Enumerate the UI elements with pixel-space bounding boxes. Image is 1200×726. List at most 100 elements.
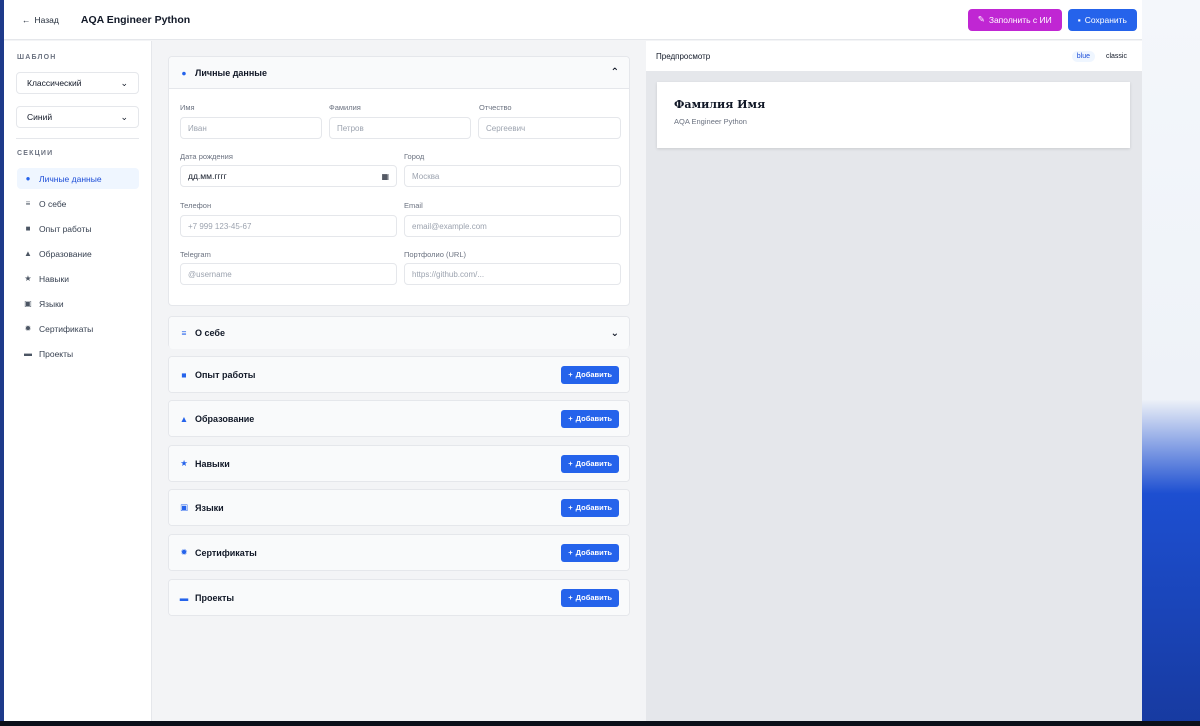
plus-icon: + xyxy=(568,503,573,512)
card-title: Личные данные xyxy=(195,67,267,78)
add-language-button[interactable]: + Добавить xyxy=(561,498,619,517)
plus-icon: + xyxy=(568,414,573,423)
last-name-field[interactable]: Петров xyxy=(329,117,471,139)
sidebar: ШАБЛОН Классический ⌄ Синий ⌄ СЕКЦИИ ● Ли… xyxy=(4,41,152,721)
portfolio-label: Портфолио (URL) xyxy=(404,250,466,259)
card-title: Проекты xyxy=(195,592,235,603)
add-label: Добавить xyxy=(575,548,612,557)
projects-header: ▬ Проекты + Добавить xyxy=(169,580,629,615)
skills-header: ★ Навыки + Добавить xyxy=(169,446,629,481)
resume-name: Фамилия Имя xyxy=(674,98,766,111)
city-label: Город xyxy=(404,152,425,161)
save-button[interactable]: ▪ Сохранить xyxy=(1067,8,1137,31)
personal-data-card: ● Личные данные ⌃ Имя Иван Фамилия Петро… xyxy=(168,56,630,306)
calendar-icon[interactable]: ▦ xyxy=(381,172,389,181)
sidebar-item-languages[interactable]: ▣ Языки xyxy=(17,293,139,314)
add-project-button[interactable]: + Добавить xyxy=(561,588,619,607)
sidebar-item-personal[interactable]: ● Личные данные xyxy=(17,168,139,189)
certificate-icon: ✹ xyxy=(180,547,188,557)
resume-preview-sheet: Фамилия Имя AQA Engineer Python xyxy=(657,82,1130,148)
sections-heading: СЕКЦИИ xyxy=(17,150,54,157)
telegram-field[interactable]: @username xyxy=(180,263,397,285)
sidebar-item-certificates[interactable]: ✹ Сертификаты xyxy=(17,318,139,339)
experience-card: ■ Опыт работы + Добавить xyxy=(168,356,630,393)
languages-header: ▣ Языки + Добавить xyxy=(169,490,629,525)
desktop-background xyxy=(1140,0,1200,726)
sidebar-item-label: Опыт работы xyxy=(39,223,92,234)
top-bar: ← Назад AQA Engineer Python ✎ Заполнить … xyxy=(4,0,1142,40)
briefcase-icon: ■ xyxy=(25,224,31,233)
ai-fill-button[interactable]: ✎ Заполнить с ИИ xyxy=(967,8,1062,31)
add-label: Добавить xyxy=(575,459,612,468)
chevron-down-icon[interactable]: ⌄ xyxy=(611,328,619,339)
text-lines-icon: ≡ xyxy=(25,199,31,208)
add-education-button[interactable]: + Добавить xyxy=(561,409,619,428)
portfolio-field[interactable]: https://github.com/... xyxy=(404,263,621,285)
education-card: ▲ Образование + Добавить xyxy=(168,400,630,437)
phone-label: Телефон xyxy=(180,201,212,210)
phone-field[interactable]: +7 999 123-45-67 xyxy=(180,215,397,237)
magic-wand-icon: ✎ xyxy=(977,14,985,24)
plus-icon: + xyxy=(568,593,573,602)
color-select-value: Синий xyxy=(27,112,53,122)
floppy-disk-icon: ▪ xyxy=(1077,14,1081,25)
card-title: О себе xyxy=(195,328,225,338)
first-name-field[interactable]: Иван xyxy=(180,117,322,139)
sidebar-item-about[interactable]: ≡ О себе xyxy=(17,193,139,214)
email-label: Email xyxy=(404,201,423,210)
editor-panel: ● Личные данные ⌃ Имя Иван Фамилия Петро… xyxy=(152,41,646,721)
briefcase-icon: ■ xyxy=(181,369,187,380)
email-field[interactable]: email@example.com xyxy=(404,215,621,237)
template-select[interactable]: Классический ⌄ xyxy=(16,72,139,94)
education-header: ▲ Образование + Добавить xyxy=(169,401,629,436)
first-name-label: Имя xyxy=(180,103,195,112)
taskbar-edge xyxy=(0,721,1200,726)
add-skill-button[interactable]: + Добавить xyxy=(561,454,619,473)
plus-icon: + xyxy=(568,459,573,468)
skills-card: ★ Навыки + Добавить xyxy=(168,445,630,482)
sidebar-item-skills[interactable]: ★ Навыки xyxy=(17,268,139,289)
add-certificate-button[interactable]: + Добавить xyxy=(561,543,619,562)
sidebar-item-projects[interactable]: ▬ Проекты xyxy=(17,343,139,364)
card-title: Языки xyxy=(195,502,224,513)
template-tag: classic xyxy=(1105,52,1127,60)
graduation-cap-icon: ▲ xyxy=(179,413,189,424)
languages-card: ▣ Языки + Добавить xyxy=(168,489,630,526)
birth-date-value: дд.мм.гггг xyxy=(188,171,227,181)
resume-position: AQA Engineer Python xyxy=(674,117,747,126)
card-title: Навыки xyxy=(195,458,230,469)
color-tag: blue xyxy=(1071,50,1095,62)
personal-data-header[interactable]: ● Личные данные ⌃ xyxy=(169,57,629,89)
birth-date-label: Дата рождения xyxy=(180,152,233,161)
save-label: Сохранить xyxy=(1084,14,1127,25)
plus-icon: + xyxy=(568,370,573,379)
id-card-icon: ▣ xyxy=(179,502,189,512)
about-header[interactable]: ≡ О себе ⌄ xyxy=(169,317,629,349)
id-card-icon: ▣ xyxy=(24,299,32,308)
sidebar-item-label: Языки xyxy=(39,298,64,309)
certificates-header: ✹ Сертификаты + Добавить xyxy=(169,535,629,570)
plus-icon: + xyxy=(568,548,573,557)
middle-name-field[interactable]: Сергеевич xyxy=(478,117,621,139)
back-link[interactable]: ← Назад xyxy=(22,15,59,25)
birth-date-field[interactable]: дд.мм.гггг ▦ xyxy=(180,165,397,187)
folder-icon: ▬ xyxy=(24,349,32,358)
add-experience-button[interactable]: + Добавить xyxy=(561,365,619,384)
sidebar-item-education[interactable]: ▲ Образование xyxy=(17,243,139,264)
arrow-left-icon: ← xyxy=(22,14,31,25)
preview-panel: Предпросмотр blue classic Фамилия Имя AQ… xyxy=(646,41,1142,721)
certificate-icon: ✹ xyxy=(24,324,32,333)
about-card: ≡ О себе ⌄ xyxy=(168,316,630,349)
template-heading: ШАБЛОН xyxy=(17,54,57,61)
sidebar-item-label: Навыки xyxy=(39,273,69,284)
city-field[interactable]: Москва xyxy=(404,165,621,187)
template-select-value: Классический xyxy=(27,78,82,88)
sidebar-item-label: Личные данные xyxy=(39,173,102,184)
sidebar-item-experience[interactable]: ■ Опыт работы xyxy=(17,218,139,239)
add-label: Добавить xyxy=(575,370,612,379)
chevron-up-icon[interactable]: ⌃ xyxy=(611,67,619,78)
projects-card: ▬ Проекты + Добавить xyxy=(168,579,630,616)
user-icon: ● xyxy=(25,174,31,183)
color-select[interactable]: Синий ⌄ xyxy=(16,106,139,128)
chevron-down-icon: ⌄ xyxy=(120,77,128,88)
